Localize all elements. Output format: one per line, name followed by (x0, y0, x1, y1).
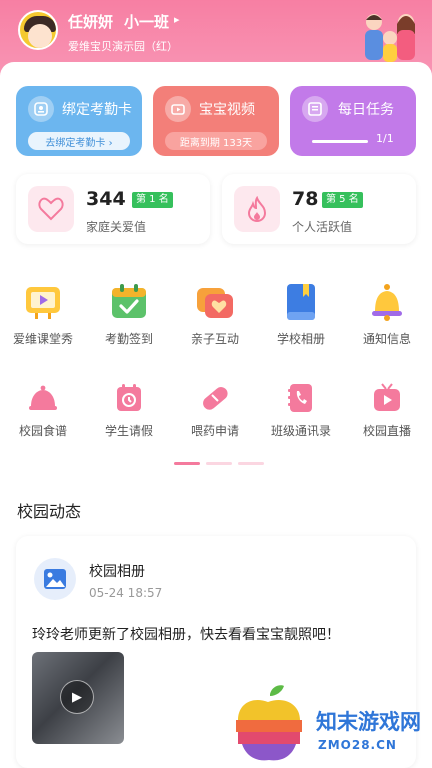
album-icon (279, 280, 323, 324)
food-cloche-icon (25, 380, 61, 416)
rank-badge: 第 5 名 (322, 192, 363, 208)
grid-label: 校园直播 (362, 424, 411, 438)
personal-activity-stat[interactable]: 78 第 5 名 个人活跃值 (222, 174, 416, 244)
feed-video-thumbnail[interactable]: ▶ (32, 652, 124, 744)
avatar-face (28, 24, 52, 48)
grid-item-school-menu[interactable]: 校园食谱 (0, 380, 86, 439)
school-name: 爱维宝贝演示园（红） (68, 40, 178, 53)
grid-item-classroom-show[interactable]: 爱维课堂秀 (0, 280, 86, 347)
image-icon (34, 558, 76, 600)
class-arrow-icon[interactable]: ▸ (174, 13, 180, 26)
bell-icon (365, 280, 409, 324)
grid-label: 班级通讯录 (270, 424, 331, 438)
chat-heart-icon (193, 280, 237, 324)
classroom-show-icon (21, 280, 65, 324)
expiry-badge: 距离到期 133天 (165, 132, 267, 150)
bind-card-button[interactable]: 去绑定考勤卡 › (28, 132, 130, 150)
user-name: 任妍妍 (68, 13, 114, 31)
watermark-name: 知末游戏网 (316, 710, 421, 734)
grid-label: 学校相册 (276, 332, 325, 346)
grid-item-school-album[interactable]: 学校相册 (258, 280, 344, 347)
baby-video-card[interactable]: 宝宝视频 距离到期 133天 (153, 86, 279, 156)
attendance-calendar-icon (107, 280, 151, 324)
grid-item-campus-live[interactable]: 校园直播 (344, 380, 430, 439)
play-icon[interactable]: ▶ (60, 680, 94, 714)
grid-item-attendance[interactable]: 考勤签到 (86, 280, 172, 347)
task-progress-bar (312, 140, 368, 143)
section-title: 校园动态 (17, 502, 82, 521)
daily-task-card[interactable]: 每日任务 (290, 86, 416, 156)
stat-label: 个人活跃值 (292, 220, 353, 234)
grid-label: 喂药申请 (190, 424, 239, 438)
family-care-stat[interactable]: 344 第 1 名 家庭关爱值 (16, 174, 210, 244)
family-illustration-icon (365, 14, 415, 62)
rank-badge: 第 1 名 (132, 192, 173, 208)
stat-value: 78 (292, 188, 319, 210)
grid-item-medicine-request[interactable]: 喂药申请 (172, 380, 258, 439)
bind-attendance-card[interactable]: 绑定考勤卡 去绑定考勤卡 › (16, 86, 142, 156)
task-icon (302, 96, 328, 122)
feed-time: 05-24 18:57 (89, 586, 163, 600)
watermark-url: ZMO28.CN (318, 738, 397, 752)
pill-icon (197, 380, 233, 416)
card-title: 每日任务 (338, 102, 394, 118)
grid-item-notifications[interactable]: 通知信息 (344, 280, 430, 347)
grid-label: 亲子互动 (190, 332, 239, 346)
grid-label: 考勤签到 (104, 332, 153, 346)
grid-item-parent-child[interactable]: 亲子互动 (172, 280, 258, 347)
pager-dot[interactable] (238, 462, 264, 465)
watermark-logo-icon (236, 685, 302, 761)
card-title: 绑定考勤卡 (62, 102, 132, 118)
grid-label: 校园食谱 (18, 424, 67, 438)
heart-icon (28, 186, 74, 232)
avatar[interactable] (18, 10, 58, 50)
card-title: 宝宝视频 (199, 102, 255, 118)
live-tv-icon (369, 380, 405, 416)
stat-value: 344 (86, 188, 126, 210)
grid-label: 学生请假 (104, 424, 153, 438)
phonebook-icon (283, 380, 319, 416)
task-progress-text: 1/1 (376, 132, 394, 145)
stat-label: 家庭关爱值 (86, 220, 147, 234)
leave-calendar-icon (111, 380, 147, 416)
grid-label: 通知信息 (362, 332, 411, 346)
flame-icon (234, 186, 280, 232)
class-selector[interactable]: 小一班 (124, 11, 169, 32)
feed-title: 校园相册 (89, 564, 145, 580)
pager-dot-active[interactable] (174, 462, 200, 465)
feed-text: 玲玲老师更新了校园相册，快去看看宝宝靓照吧！ (32, 627, 340, 643)
grid-item-student-leave[interactable]: 学生请假 (86, 380, 172, 439)
grid-item-class-contacts[interactable]: 班级通讯录 (258, 380, 344, 439)
grid-label: 爱维课堂秀 (12, 332, 73, 346)
attendance-card-icon (28, 96, 54, 122)
pager-dot[interactable] (206, 462, 232, 465)
video-icon (165, 96, 191, 122)
